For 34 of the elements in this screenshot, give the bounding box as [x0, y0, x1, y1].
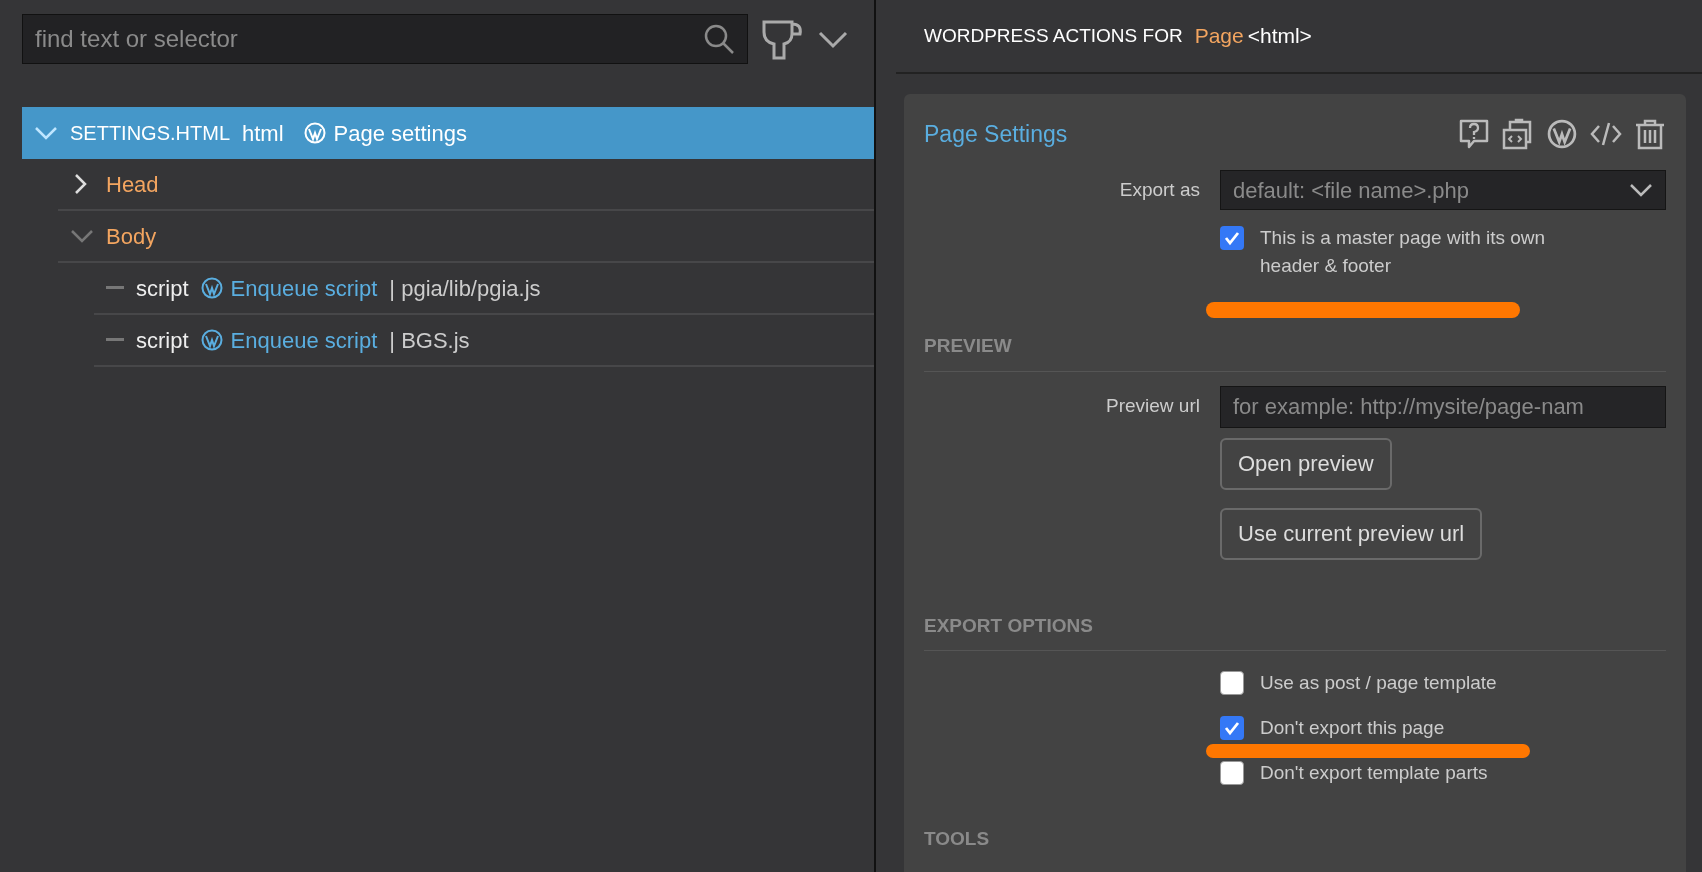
file-name: SETTINGS.HTML	[70, 121, 230, 146]
preview-button[interactable]: Open preview	[1220, 437, 1392, 490]
url-field[interactable]: for example: http://mysite/page-nam	[1220, 385, 1666, 428]
section-heading: PREVIEW	[924, 332, 1666, 372]
section-heading: TOOLS	[924, 827, 991, 851]
tag-label: <html>	[1247, 23, 1312, 50]
field-label: Preview url	[1106, 394, 1200, 419]
action-label: Enqueue script	[230, 274, 378, 303]
checkbox-option[interactable]: Use as post / page template	[1220, 669, 1497, 697]
node-label: Body	[106, 222, 157, 251]
card-title: Page Settings	[924, 119, 1068, 149]
target-label: Page	[1194, 23, 1244, 50]
tree-row[interactable]: Body	[58, 211, 874, 263]
tree-row[interactable]: Head	[58, 159, 874, 211]
tree-row[interactable]: script Enqueue script | pgia/lib/pgia.js	[94, 263, 874, 315]
search-field[interactable]: find text or selector	[22, 14, 748, 64]
preview-button[interactable]: Use current preview url	[1220, 507, 1483, 560]
action-label: Enqueue script	[230, 326, 378, 355]
tree-row[interactable]: script Enqueue script | BGS.js	[94, 315, 874, 367]
action-label: Page settings	[333, 119, 467, 148]
element-tag: script	[136, 271, 189, 305]
checkbox-option[interactable]: Don't export template parts	[1220, 759, 1488, 787]
section-heading: EXPORT OPTIONS	[924, 611, 1666, 651]
file-path: | BGS.js	[389, 326, 470, 355]
node-label: Head	[106, 170, 159, 199]
tree-row[interactable]: SETTINGS.HTML html Page settings	[22, 107, 874, 159]
checkbox-option[interactable]: This is a master page with its own header & footer	[1220, 224, 1590, 280]
file-path: | pgia/lib/pgia.js	[389, 274, 541, 303]
checkbox-option[interactable]: Don't export this page	[1220, 714, 1445, 742]
element-tag: script	[136, 323, 189, 357]
panel-title: WORDPRESS ACTIONS FOR	[924, 23, 1183, 48]
element-tag: html	[242, 116, 284, 150]
field-label: Export as	[1119, 177, 1200, 202]
export-dropdown[interactable]: default: <file name>.php	[1220, 170, 1666, 210]
